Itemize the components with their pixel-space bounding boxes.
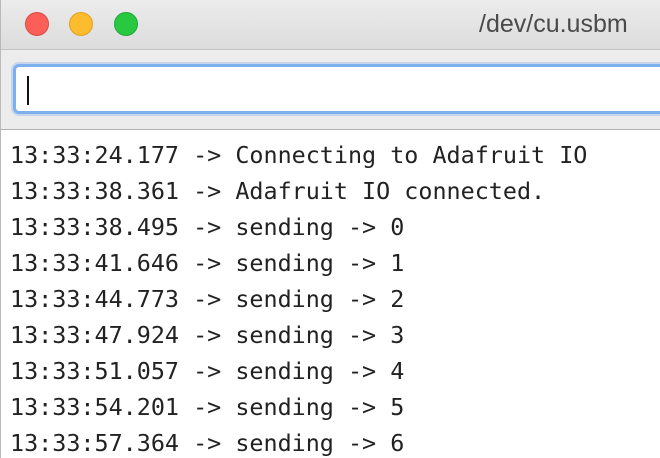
log-line: 13:33:44.773 -> sending -> 2 [10, 285, 405, 313]
close-window-button[interactable] [25, 12, 49, 36]
serial-monitor-window: /dev/cu.usbm 13:33:24.177 -> Connecting … [0, 0, 660, 458]
log-line: 13:33:41.646 -> sending -> 1 [10, 249, 405, 277]
log-line: 13:33:47.924 -> sending -> 3 [10, 321, 405, 349]
log-line: 13:33:38.495 -> sending -> 0 [10, 213, 405, 241]
text-cursor [27, 76, 29, 105]
log-line: 13:33:24.177 -> Connecting to Adafruit I… [10, 141, 588, 169]
log-line: 13:33:57.364 -> sending -> 6 [10, 429, 405, 457]
log-line: 13:33:38.361 -> Adafruit IO connected. [10, 177, 546, 205]
minimize-window-button[interactable] [69, 12, 93, 36]
send-toolbar [1, 50, 660, 130]
log-line: 13:33:54.201 -> sending -> 5 [10, 393, 405, 421]
serial-send-input[interactable] [13, 64, 660, 114]
log-line: 13:33:51.057 -> sending -> 4 [10, 357, 405, 385]
serial-output-log[interactable]: 13:33:24.177 -> Connecting to Adafruit I… [1, 137, 660, 458]
title-bar[interactable]: /dev/cu.usbm [1, 0, 660, 50]
window-title: /dev/cu.usbm [479, 10, 628, 38]
zoom-window-button[interactable] [114, 12, 138, 36]
